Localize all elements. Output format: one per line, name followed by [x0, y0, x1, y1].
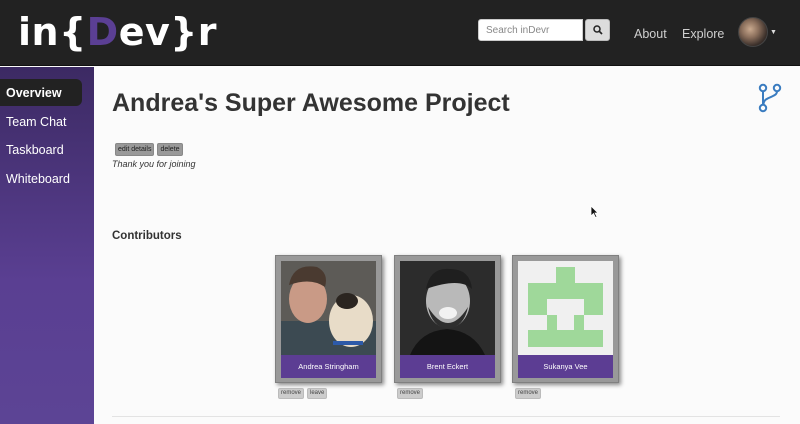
- project-title: Andrea's Super Awesome Project: [112, 89, 510, 117]
- logo-suffix: ev}r: [118, 10, 218, 54]
- sidebar-item-team-chat[interactable]: Team Chat: [0, 110, 82, 134]
- chevron-down-icon: ▼: [770, 28, 777, 36]
- remove-button[interactable]: remove: [397, 388, 424, 399]
- user-menu[interactable]: ▼: [738, 17, 777, 47]
- contributor-name: Andrea Stringham: [281, 355, 376, 378]
- contributor-actions: remove leave: [278, 388, 328, 399]
- nav-explore-link[interactable]: Explore: [682, 27, 724, 41]
- search-button[interactable]: [585, 19, 610, 41]
- contributor-actions: remove: [515, 388, 542, 399]
- remove-button[interactable]: remove: [278, 388, 305, 399]
- edit-details-button[interactable]: edit details: [115, 143, 155, 156]
- logo-prefix: in{: [18, 10, 87, 54]
- logo-accent: D: [86, 10, 119, 54]
- contributor-photo: [400, 261, 495, 355]
- mouse-cursor-icon: [590, 205, 599, 218]
- contributor-card[interactable]: Brent Eckert: [394, 255, 501, 383]
- project-sidebar: Overview Team Chat Taskboard Whiteboard: [0, 67, 94, 424]
- sidebar-item-taskboard[interactable]: Taskboard: [0, 138, 82, 162]
- contributor-photo: [281, 261, 376, 355]
- contributor-identicon: [518, 261, 613, 355]
- git-fork-icon[interactable]: [758, 83, 782, 113]
- contributor-actions: remove: [397, 388, 424, 399]
- contributor-name: Sukanya Vee: [518, 355, 613, 378]
- nav-about-link[interactable]: About: [634, 27, 667, 41]
- contributor-card[interactable]: Sukanya Vee: [512, 255, 619, 383]
- sidebar-item-whiteboard[interactable]: Whiteboard: [0, 167, 82, 191]
- top-navbar: in{Dev}r About Explore ▼: [0, 0, 800, 66]
- search-input[interactable]: [478, 19, 583, 41]
- search-bar: [478, 19, 610, 41]
- main-content: Andrea's Super Awesome Project edit deta…: [94, 67, 800, 424]
- contributors-heading: Contributors: [112, 230, 182, 242]
- contributor-card[interactable]: Andrea Stringham: [275, 255, 382, 383]
- contributor-name: Brent Eckert: [400, 355, 495, 378]
- search-icon: [592, 25, 603, 35]
- delete-button[interactable]: delete: [157, 143, 183, 156]
- divider: [112, 416, 780, 417]
- project-actions: edit details delete: [115, 143, 183, 156]
- sidebar-item-overview[interactable]: Overview: [0, 79, 82, 106]
- leave-button[interactable]: leave: [307, 388, 328, 399]
- app-logo[interactable]: in{Dev}r: [18, 8, 217, 56]
- project-description: Thank you for joining: [112, 159, 196, 169]
- remove-button[interactable]: remove: [515, 388, 542, 399]
- user-avatar: [738, 17, 768, 47]
